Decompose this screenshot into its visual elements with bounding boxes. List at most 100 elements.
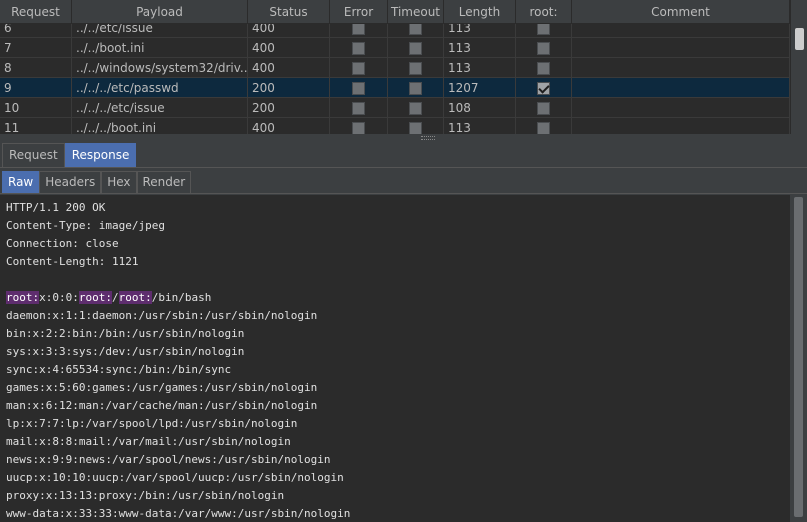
root-match-cell xyxy=(516,78,572,98)
tab-hex[interactable]: Hex xyxy=(101,171,137,193)
root-match-cell xyxy=(516,58,572,78)
match-highlight: root: xyxy=(118,291,152,304)
request-cell: 9 xyxy=(0,78,72,98)
response-scrollbar[interactable] xyxy=(790,195,807,522)
table-row[interactable]: 11 ../../../boot.ini 400 113 xyxy=(0,118,790,134)
status-cell: 200 xyxy=(248,78,330,98)
response-body-line: uucp:x:10:10:uucp:/var/spool/uucp:/usr/s… xyxy=(6,471,344,484)
root-match-checkbox xyxy=(537,81,550,95)
error-checkbox xyxy=(352,41,365,55)
length-cell: 113 xyxy=(444,58,516,78)
root-match-checkbox xyxy=(537,121,550,134)
timeout-checkbox xyxy=(409,121,422,134)
error-checkbox xyxy=(352,101,365,115)
root-match-checkbox xyxy=(537,41,550,55)
tab-headers[interactable]: Headers xyxy=(39,171,102,193)
column-header-length[interactable]: Length xyxy=(444,0,516,24)
timeout-cell xyxy=(388,78,444,98)
body-text-fragment: x:0:0: xyxy=(39,291,79,304)
table-row[interactable]: 8 ../../windows/system32/driv... 400 113 xyxy=(0,58,790,78)
error-checkbox xyxy=(352,61,365,75)
payload-cell: ../../boot.ini xyxy=(72,38,248,58)
results-scrollbar-thumb[interactable] xyxy=(795,28,804,50)
column-header-timeout[interactable]: Timeout xyxy=(388,0,444,24)
payload-cell: ../../../etc/issue xyxy=(72,98,248,118)
pane-splitter[interactable] xyxy=(0,134,807,142)
results-scrollbar[interactable] xyxy=(790,0,807,134)
error-cell xyxy=(330,98,388,118)
root-match-checkbox xyxy=(537,61,550,75)
error-cell xyxy=(330,78,388,98)
timeout-checkbox xyxy=(409,41,422,55)
status-cell: 400 xyxy=(248,38,330,58)
comment-cell[interactable] xyxy=(572,58,790,78)
column-header-payload[interactable]: Payload xyxy=(72,0,248,24)
response-header-line: Content-Type: image/jpeg xyxy=(6,219,165,232)
comment-cell[interactable] xyxy=(572,78,790,98)
length-cell: 113 xyxy=(444,118,516,134)
length-cell: 108 xyxy=(444,98,516,118)
timeout-cell xyxy=(388,58,444,78)
column-header-error[interactable]: Error xyxy=(330,0,388,24)
match-highlight: root: xyxy=(6,291,40,304)
request-cell: 10 xyxy=(0,98,72,118)
payload-cell: ../../../etc/passwd xyxy=(72,78,248,98)
tab-render[interactable]: Render xyxy=(136,171,192,193)
response-body-line: proxy:x:13:13:proxy:/bin:/usr/sbin/nolog… xyxy=(6,489,285,502)
timeout-cell xyxy=(388,38,444,58)
status-cell: 400 xyxy=(248,58,330,78)
response-scrollbar-thumb[interactable] xyxy=(794,197,803,517)
table-row[interactable]: 10 ../../../etc/issue 200 108 xyxy=(0,98,790,118)
request-cell: 7 xyxy=(0,38,72,58)
response-body-line: news:x:9:9:news:/var/spool/news:/usr/sbi… xyxy=(6,453,331,466)
response-body-line: daemon:x:1:1:daemon:/usr/sbin:/usr/sbin/… xyxy=(6,309,318,322)
primary-tabs: Request Response xyxy=(0,142,807,168)
error-cell xyxy=(330,118,388,134)
request-cell: 11 xyxy=(0,118,72,134)
response-body-line: lp:x:7:7:lp:/var/spool/lpd:/usr/sbin/nol… xyxy=(6,417,298,430)
secondary-tabs: Raw Headers Hex Render xyxy=(0,170,807,194)
root-match-cell xyxy=(516,118,572,134)
results-table-body: 6 ../../etc/issue 400 113 7 ../../boot.ini 400… xyxy=(0,18,790,134)
response-viewer[interactable]: HTTP/1.1 200 OK Content-Type: image/jpeg C… xyxy=(0,195,790,522)
response-body-line: mail:x:8:8:mail:/var/mail:/usr/sbin/nolo… xyxy=(6,435,291,448)
results-table-header: Request Payload Status Error Timeout Length ro… xyxy=(0,0,790,24)
payload-cell: ../../windows/system32/driv... xyxy=(72,58,248,78)
timeout-checkbox xyxy=(409,81,422,95)
response-body-line: www-data:x:33:33:www-data:/var/www:/usr/… xyxy=(6,507,351,520)
timeout-cell xyxy=(388,98,444,118)
timeout-checkbox xyxy=(409,101,422,115)
length-cell: 113 xyxy=(444,38,516,58)
response-body-line: bin:x:2:2:bin:/bin:/usr/sbin/nologin xyxy=(6,327,245,340)
table-row[interactable]: 7 ../../boot.ini 400 113 xyxy=(0,38,790,58)
error-cell xyxy=(330,58,388,78)
comment-cell[interactable] xyxy=(572,118,790,134)
splitter-grip-icon[interactable] xyxy=(421,136,435,140)
error-cell xyxy=(330,38,388,58)
status-cell: 200 xyxy=(248,98,330,118)
tab-request[interactable]: Request xyxy=(2,143,65,167)
column-header-root[interactable]: root: xyxy=(516,0,572,24)
root-match-cell xyxy=(516,98,572,118)
tab-raw[interactable]: Raw xyxy=(2,171,40,193)
length-cell: 1207 xyxy=(444,78,516,98)
column-header-comment[interactable]: Comment xyxy=(572,0,790,24)
match-highlight: root: xyxy=(78,291,112,304)
comment-cell[interactable] xyxy=(572,38,790,58)
status-cell: 400 xyxy=(248,118,330,134)
response-body-line: games:x:5:60:games:/usr/games:/usr/sbin/… xyxy=(6,381,318,394)
payload-cell: ../../../boot.ini xyxy=(72,118,248,134)
column-header-request[interactable]: Request xyxy=(0,0,72,24)
response-text[interactable]: HTTP/1.1 200 OK Content-Type: image/jpeg C… xyxy=(0,195,790,522)
tab-response[interactable]: Response xyxy=(64,143,137,167)
timeout-checkbox xyxy=(409,61,422,75)
comment-cell[interactable] xyxy=(572,98,790,118)
table-row[interactable]: 9 ../../../etc/passwd 200 1207 xyxy=(0,78,790,98)
response-body-line: root:x:0:0:root:/root:/bin/bash xyxy=(6,289,790,307)
timeout-cell xyxy=(388,118,444,134)
body-text-fragment: / xyxy=(112,291,119,304)
column-header-status[interactable]: Status xyxy=(248,0,330,24)
response-body-line: man:x:6:12:man:/var/cache/man:/usr/sbin/… xyxy=(6,399,318,412)
response-header-line: Content-Length: 1121 xyxy=(6,255,139,268)
